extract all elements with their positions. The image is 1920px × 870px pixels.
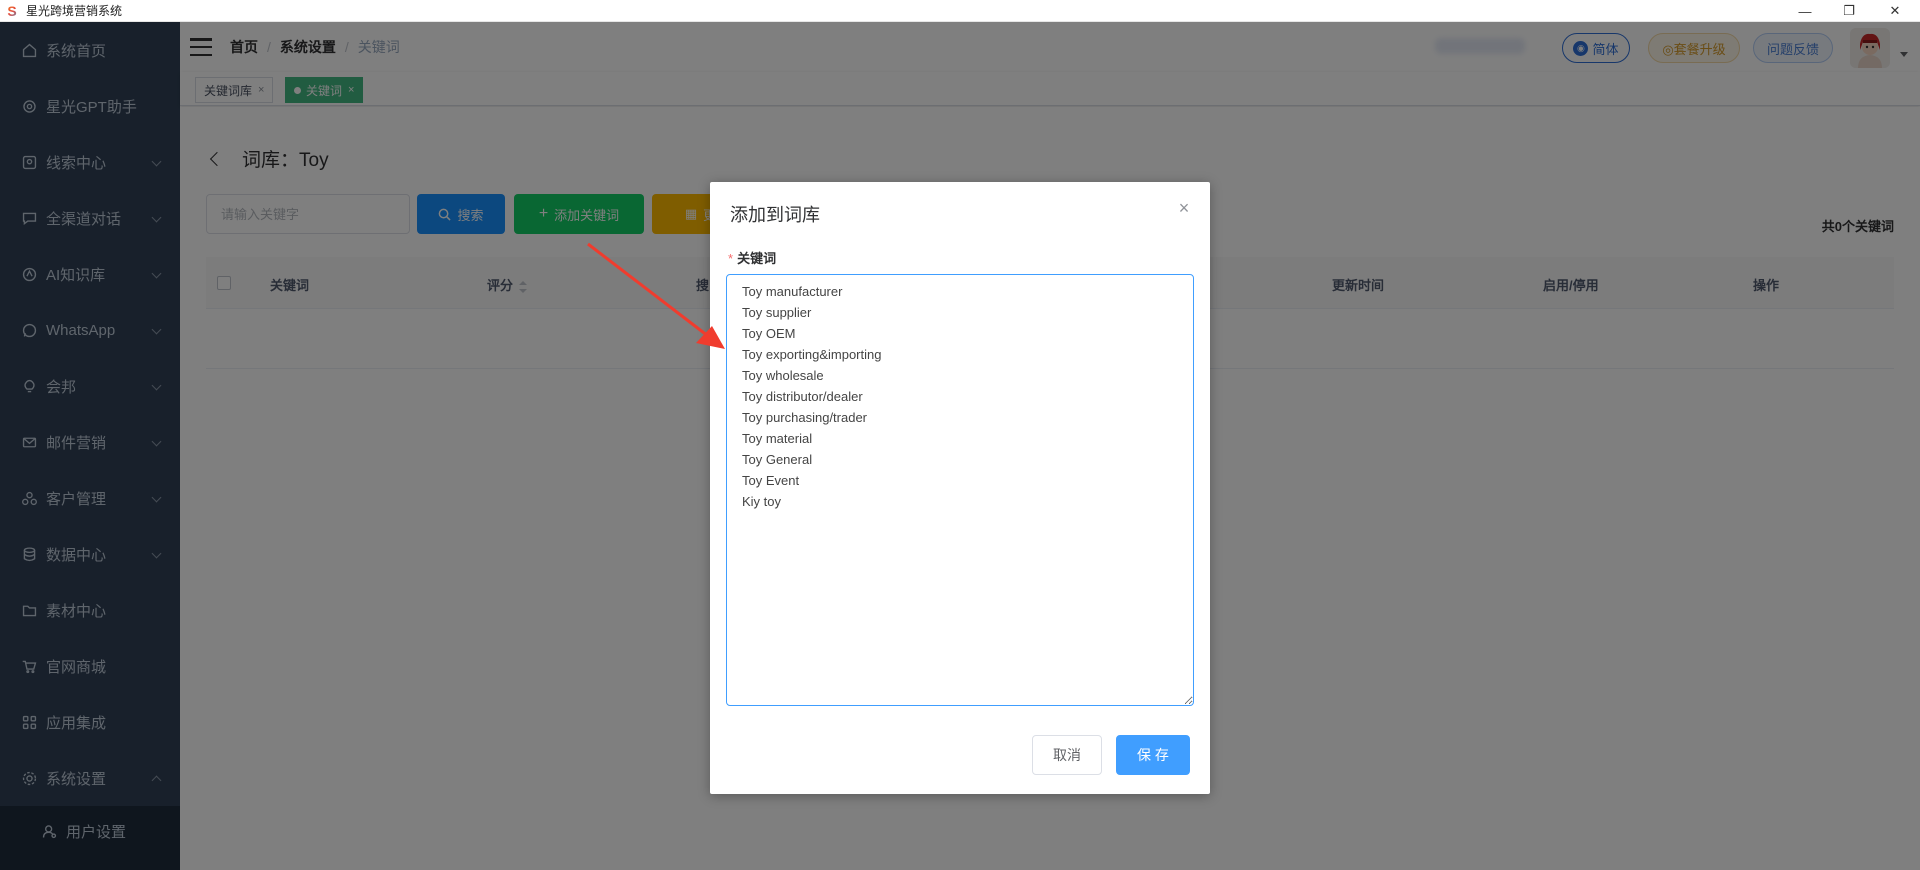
keyword-field-label-text: 关键词 [737, 251, 777, 266]
required-mark: * [728, 251, 734, 266]
app-logo-icon: S [4, 3, 20, 19]
keywords-textarea[interactable] [726, 274, 1194, 706]
keyword-field-label: * 关键词 [728, 248, 776, 267]
cancel-button[interactable]: 取消 [1032, 735, 1102, 775]
restore-button[interactable]: ❐ [1826, 0, 1872, 22]
dialog-title: 添加到词库 [730, 205, 820, 225]
close-icon[interactable]: × [1176, 199, 1192, 217]
save-button[interactable]: 保 存 [1116, 735, 1190, 775]
window-titlebar: S 星光跨境营销系统 — ❐ ✕ [0, 0, 1920, 22]
close-window-button[interactable]: ✕ [1872, 0, 1918, 22]
add-to-library-dialog: 添加到词库 × *关键词 取消 保 存 [710, 182, 1210, 794]
minimize-button[interactable]: — [1782, 0, 1828, 22]
window-title: 星光跨境营销系统 [26, 4, 123, 18]
